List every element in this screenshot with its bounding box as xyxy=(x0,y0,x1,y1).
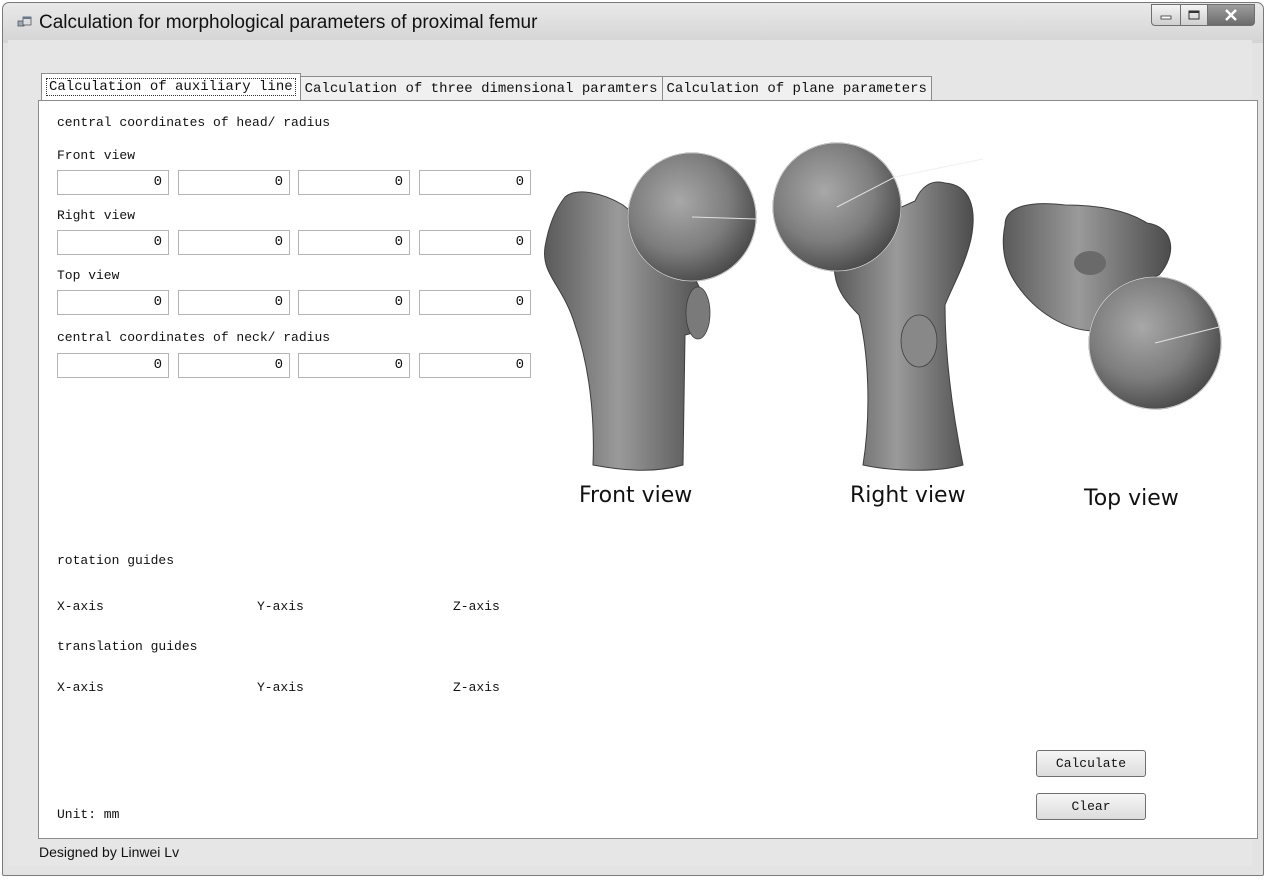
minimize-icon xyxy=(1160,15,1172,20)
tab-strip: Calculation of auxiliary line Calculatio… xyxy=(41,73,932,100)
tab-auxiliary-line-label: Calculation of auxiliary line xyxy=(46,78,296,96)
app-icon xyxy=(17,16,32,27)
tab-auxiliary-line[interactable]: Calculation of auxiliary line xyxy=(41,73,301,100)
translation-guides-label: translation guides xyxy=(57,639,198,654)
tab-three-dimensional-parameters[interactable]: Calculation of three dimensional paramte… xyxy=(299,76,663,100)
front-radius-field[interactable]: 0 xyxy=(419,170,531,195)
top-radius-field[interactable]: 0 xyxy=(419,290,531,315)
minimize-button[interactable] xyxy=(1151,4,1181,26)
unit-label: Unit: mm xyxy=(57,807,120,822)
window-title: Calculation for morphological parameters… xyxy=(39,12,538,33)
tab-3d-label: Calculation of three dimensional paramte… xyxy=(304,80,658,97)
front-view-label: Front view xyxy=(57,148,136,163)
close-icon xyxy=(1225,9,1237,21)
clear-button[interactable]: Clear xyxy=(1036,793,1146,820)
neck-section-title: central coordinates of neck/ radius xyxy=(57,330,331,345)
rotation-guides-label: rotation guides xyxy=(57,553,175,568)
tab-plane-label: Calculation of plane parameters xyxy=(666,80,927,97)
neck-radius-field[interactable]: 0 xyxy=(419,353,531,378)
calculate-button[interactable]: Calculate xyxy=(1036,750,1146,777)
rotation-z-axis-label: Z-axis xyxy=(453,599,500,614)
rotation-y-axis-label: Y-axis xyxy=(257,599,304,614)
neck-center-y-field[interactable]: 0 xyxy=(178,353,290,378)
head-section-title: central coordinates of head/ radius xyxy=(57,115,331,130)
right-radius-field[interactable]: 0 xyxy=(419,230,531,255)
right-view-label: Right view xyxy=(57,208,136,223)
top-view-femur xyxy=(1002,203,1222,410)
top-center-z-field[interactable]: 0 xyxy=(298,290,410,315)
translation-x-axis-label: X-axis xyxy=(57,680,104,695)
femur-illustration xyxy=(544,142,1222,471)
tab-plane-parameters[interactable]: Calculation of plane parameters xyxy=(661,76,932,100)
neck-center-z-field[interactable]: 0 xyxy=(298,353,410,378)
top-center-y-field[interactable]: 0 xyxy=(178,290,290,315)
neck-center-x-field[interactable]: 0 xyxy=(57,353,169,378)
close-button[interactable] xyxy=(1207,4,1255,26)
right-center-z-field[interactable]: 0 xyxy=(298,230,410,255)
maximize-icon xyxy=(1188,10,1200,20)
translation-z-axis-label: Z-axis xyxy=(453,680,500,695)
title-bar[interactable]: Calculation for morphological parameters… xyxy=(3,3,1263,43)
rotation-x-axis-label: X-axis xyxy=(57,599,104,614)
front-view-femur xyxy=(544,152,757,471)
front-center-x-field[interactable]: 0 xyxy=(57,170,169,195)
top-view-caption: Top view xyxy=(1084,486,1179,511)
front-center-y-field[interactable]: 0 xyxy=(178,170,290,195)
maximize-button[interactable] xyxy=(1180,4,1208,26)
front-view-caption: Front view xyxy=(579,483,693,508)
translation-y-axis-label: Y-axis xyxy=(257,680,304,695)
right-view-femur xyxy=(772,142,984,471)
right-view-caption: Right view xyxy=(850,483,966,508)
right-center-y-field[interactable]: 0 xyxy=(178,230,290,255)
front-center-z-field[interactable]: 0 xyxy=(298,170,410,195)
top-center-x-field[interactable]: 0 xyxy=(57,290,169,315)
footer-credit: Designed by Linwei Lv xyxy=(39,844,180,860)
top-view-label: Top view xyxy=(57,268,120,283)
right-center-x-field[interactable]: 0 xyxy=(57,230,169,255)
